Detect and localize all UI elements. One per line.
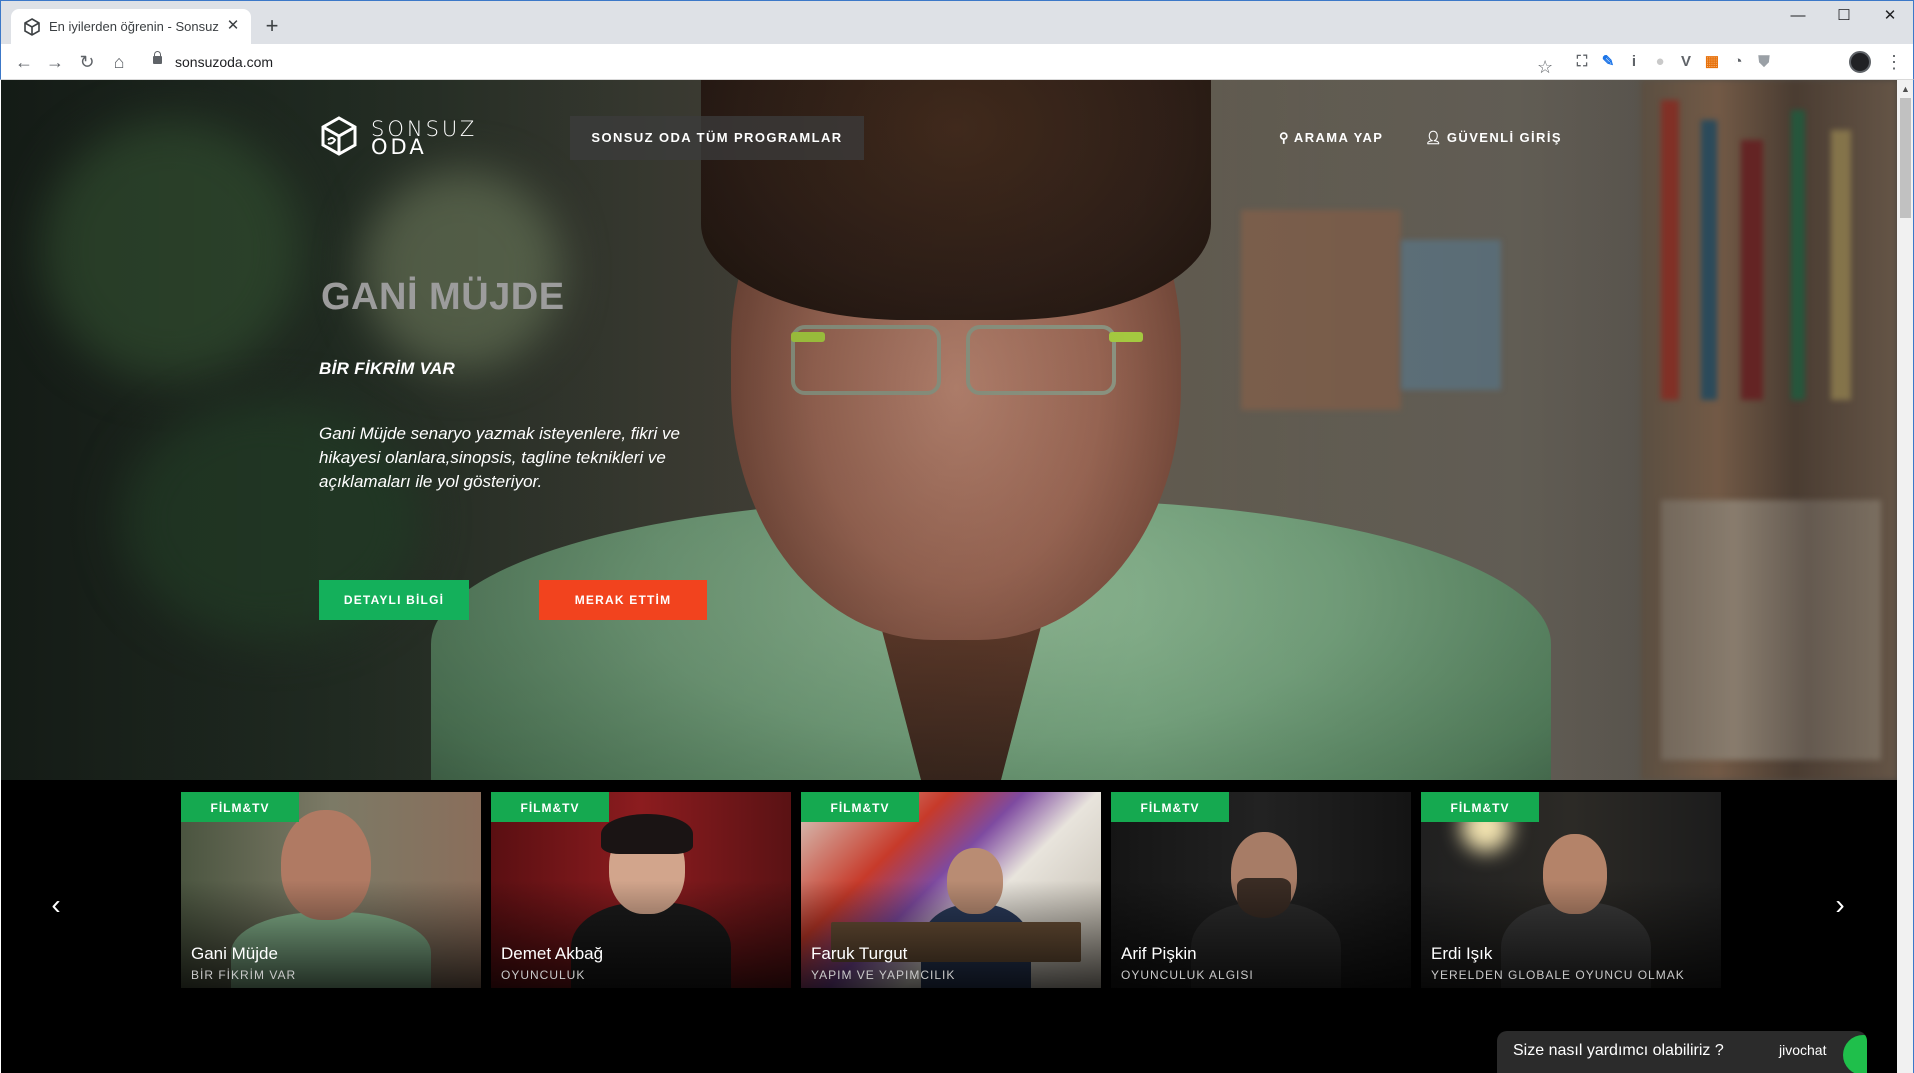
card-topic: OYUNCULUK: [501, 968, 586, 982]
chat-prompt: Size nasıl yardımcı olabiliriz ?: [1513, 1042, 1724, 1059]
program-card[interactable]: FİLM&TV Faruk Turgut YAPIM VE YAPIMCILIK: [801, 792, 1101, 988]
carousel-next-icon[interactable]: ›: [1825, 890, 1855, 920]
info-icon[interactable]: i: [1625, 53, 1643, 71]
program-carousel: ‹ FİLM&TV Gani Müjde BİR FİKRİM VAR FİLM…: [1, 780, 1897, 1073]
detail-info-button[interactable]: DETAYLI BİLGİ: [319, 580, 469, 620]
browser-titlebar: En iyilerden öğrenin - Sonsuz Oda ✕ + — …: [0, 0, 1914, 45]
calendar-icon[interactable]: ▦: [1703, 53, 1721, 71]
scroll-up-icon[interactable]: ▲: [1901, 84, 1910, 94]
page-scrollbar[interactable]: ▲: [1897, 80, 1914, 1073]
search-link-label: ARAMA YAP: [1293, 130, 1384, 145]
browser-toolbar: ← → ↻ ⌂ sonsuzoda.com ☆ ⛶ ✎ i ● V ▦ ◔ ⛊ ⋮: [0, 44, 1914, 80]
hero-banner: SONSUZ ODA SONSUZ ODA TÜM PROGRAMLAR ⚲ AR…: [1, 80, 1897, 780]
chat-status-icon: [1843, 1035, 1867, 1073]
capture-icon[interactable]: ⛶: [1573, 53, 1591, 71]
v-icon[interactable]: V: [1677, 53, 1695, 71]
card-topic: YERELDEN GLOBALE OYUNCU OLMAK: [1431, 968, 1685, 982]
card-category-badge: FİLM&TV: [1421, 792, 1539, 822]
shield-icon[interactable]: ⛊: [1755, 53, 1773, 71]
carousel-prev-icon[interactable]: ‹: [41, 890, 71, 920]
hero-title: GANİ MÜJDE: [321, 276, 565, 318]
program-card[interactable]: FİLM&TV Demet Akbağ OYUNCULUK: [491, 792, 791, 988]
browser-menu-icon[interactable]: ⋮: [1885, 49, 1903, 75]
page-viewport: SONSUZ ODA SONSUZ ODA TÜM PROGRAMLAR ⚲ AR…: [1, 80, 1897, 1073]
url-text[interactable]: sonsuzoda.com: [175, 54, 273, 70]
site-logo[interactable]: SONSUZ ODA: [319, 116, 474, 159]
search-link[interactable]: ⚲ ARAMA YAP: [1279, 128, 1383, 148]
all-programs-link[interactable]: SONSUZ ODA TÜM PROGRAMLAR: [570, 116, 864, 160]
tab-title: En iyilerden öğrenin - Sonsuz Oda: [49, 19, 219, 34]
card-topic: BİR FİKRİM VAR: [191, 968, 297, 982]
profile-avatar[interactable]: [1849, 51, 1871, 73]
tab-close-icon[interactable]: ✕: [223, 16, 243, 36]
secure-login-label: GÜVENLİ GİRİŞ: [1446, 130, 1562, 145]
card-category-badge: FİLM&TV: [181, 792, 299, 822]
circle-icon[interactable]: ●: [1651, 53, 1669, 71]
program-card[interactable]: FİLM&TV Arif Pişkin OYUNCULUK ALGISI: [1111, 792, 1411, 988]
program-card[interactable]: FİLM&TV Gani Müjde BİR FİKRİM VAR: [181, 792, 481, 988]
logo-wordmark-bottom: ODA: [371, 135, 427, 159]
card-category-badge: FİLM&TV: [1111, 792, 1229, 822]
close-window-icon[interactable]: ✕: [1875, 5, 1905, 27]
card-person-name: Erdi Işık: [1431, 944, 1493, 963]
reload-icon[interactable]: ↻: [74, 49, 100, 75]
lock-icon[interactable]: [153, 51, 162, 64]
card-person-name: Arif Pişkin: [1121, 944, 1197, 963]
user-icon: 👤︎: [1425, 130, 1443, 145]
card-topic: YAPIM VE YAPIMCILIK: [811, 968, 956, 982]
bookmark-star-icon[interactable]: ☆: [1537, 54, 1553, 80]
forward-icon[interactable]: →: [42, 49, 68, 75]
sonsuz-oda-logo-icon: [321, 116, 357, 156]
scroll-thumb[interactable]: [1900, 98, 1911, 218]
program-card[interactable]: FİLM&TV Erdi Işık YERELDEN GLOBALE OYUNC…: [1421, 792, 1721, 988]
browser-tab[interactable]: En iyilerden öğrenin - Sonsuz Oda ✕: [11, 9, 251, 45]
card-topic: OYUNCULUK ALGISI: [1121, 968, 1254, 982]
new-tab-button[interactable]: +: [259, 13, 285, 39]
chat-brand: jivochat: [1779, 1042, 1827, 1058]
secure-login-link[interactable]: 👤︎ GÜVENLİ GİRİŞ: [1425, 128, 1562, 148]
timer-icon[interactable]: ◔: [1729, 53, 1747, 71]
card-person-name: Gani Müjde: [191, 944, 278, 963]
card-category-badge: FİLM&TV: [491, 792, 609, 822]
search-icon: ⚲: [1279, 130, 1290, 145]
sonsuz-oda-favicon-icon: [24, 18, 40, 36]
card-person-name: Demet Akbağ: [501, 944, 604, 963]
address-bar[interactable]: sonsuzoda.com ☆: [143, 49, 1563, 77]
hero-subtitle: BİR FİKRİM VAR: [319, 359, 456, 378]
card-person-name: Faruk Turgut: [811, 944, 908, 963]
hero-description: Gani Müjde senaryo yazmak isteyenlere, f…: [319, 424, 680, 491]
hero-overlay: [1, 80, 1897, 780]
home-icon[interactable]: ⌂: [106, 49, 132, 75]
live-chat-widget[interactable]: Size nasıl yardımcı olabiliriz ? jivocha…: [1497, 1031, 1867, 1073]
card-category-badge: FİLM&TV: [801, 792, 919, 822]
minimize-icon[interactable]: —: [1783, 5, 1813, 27]
curious-button[interactable]: MERAK ETTİM: [539, 580, 707, 620]
maximize-icon[interactable]: ☐: [1829, 5, 1859, 27]
pen-icon[interactable]: ✎: [1599, 53, 1617, 71]
back-icon[interactable]: ←: [11, 49, 37, 75]
